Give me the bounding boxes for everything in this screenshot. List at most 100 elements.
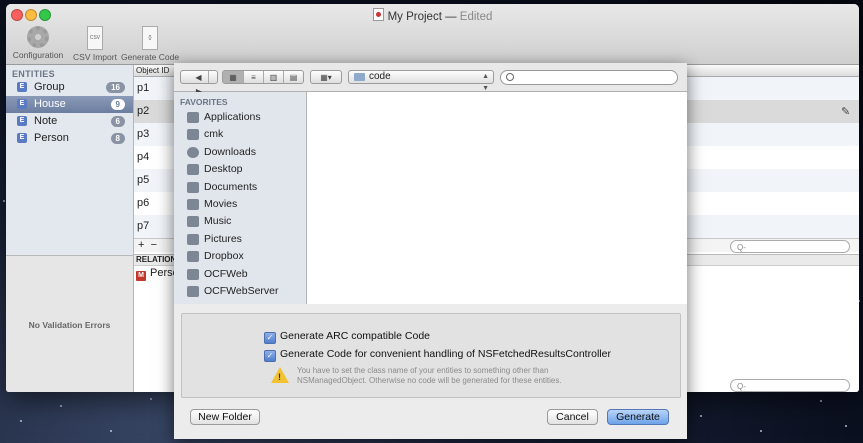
generate-button[interactable]: Generate xyxy=(607,409,669,425)
gear-icon xyxy=(27,26,49,48)
folder-icon xyxy=(187,268,199,280)
objects-search-field[interactable]: Q- xyxy=(730,240,850,253)
relation-icon: M xyxy=(136,271,146,281)
new-folder-button[interactable]: New Folder xyxy=(190,409,260,425)
arrange-button[interactable]: ▦▾ xyxy=(310,70,342,84)
sheet-toolbar: ◀▶ ▦≡▥▤ ▦▾ code▲▼ xyxy=(174,63,687,96)
search-icon xyxy=(506,73,514,81)
relation-item[interactable]: M Perso xyxy=(136,266,179,281)
sidebar-item-music[interactable]: Music xyxy=(174,213,306,230)
sidebar-item-group[interactable]: E Group 16 xyxy=(6,79,133,96)
home-icon xyxy=(187,129,199,141)
favorites-sidebar: FAVORITES Applications cmk Downloads Des… xyxy=(174,92,307,304)
applications-icon xyxy=(187,112,199,123)
document-icon xyxy=(372,8,384,21)
count-badge: 8 xyxy=(110,133,125,144)
back-forward-buttons[interactable]: ◀▶ xyxy=(180,70,218,96)
icon-view-icon[interactable]: ▦ xyxy=(223,71,244,83)
sidebar-item-person[interactable]: E Person 8 xyxy=(6,130,133,147)
entity-icon: E xyxy=(17,133,27,143)
file-browser-pane[interactable] xyxy=(307,92,687,304)
validation-panel: No Validation Errors xyxy=(6,255,133,392)
column-view-icon[interactable]: ▥ xyxy=(264,71,284,83)
favorite-label: Documents xyxy=(204,180,258,193)
favorite-label: Downloads xyxy=(204,145,256,158)
favorite-label: cmk xyxy=(204,128,224,141)
desktop-icon xyxy=(187,164,199,176)
view-mode-buttons[interactable]: ▦ ≡ ▥ ▤ xyxy=(222,70,304,84)
music-icon xyxy=(187,216,199,228)
sidebar-item-ocfwebserver[interactable]: OCFWebServer xyxy=(174,283,306,300)
back-arrow-icon[interactable]: ◀ xyxy=(190,71,209,83)
code-file-icon: {} xyxy=(142,26,158,50)
documents-icon xyxy=(187,181,199,193)
sidebar-item-label: Group xyxy=(34,81,65,93)
sidebar-item-house[interactable]: E House 9 xyxy=(6,96,133,113)
warning-mark: ! xyxy=(278,372,281,382)
folder-icon xyxy=(354,73,365,81)
frc-checkbox-label: Generate Code for convenient handling of… xyxy=(280,348,611,360)
pictures-icon xyxy=(187,233,199,245)
sidebar-item-movies[interactable]: Movies xyxy=(174,196,306,213)
validation-status: No Validation Errors xyxy=(28,320,111,330)
cancel-button[interactable]: Cancel xyxy=(547,409,598,425)
path-label: code xyxy=(369,71,391,82)
arc-checkbox-label: Generate ARC compatible Code xyxy=(280,330,430,342)
movies-icon xyxy=(187,198,199,210)
favorite-label: Dropbox xyxy=(204,250,244,263)
favorite-label: Applications xyxy=(204,111,261,123)
sidebar-item-note[interactable]: E Note 6 xyxy=(6,113,133,130)
sidebar-item-applications[interactable]: Applications xyxy=(174,109,306,126)
csv-file-icon: CSV xyxy=(87,26,103,50)
generate-code-button[interactable]: {} Generate Code xyxy=(120,26,180,62)
checkbox-checked-icon: ✓ xyxy=(264,350,276,362)
entity-icon: E xyxy=(17,116,27,126)
sidebar-item-documents[interactable]: Documents xyxy=(174,179,306,196)
configuration-label: Configuration xyxy=(12,50,64,60)
add-button[interactable]: + xyxy=(138,239,144,251)
favorite-label: Desktop xyxy=(204,163,243,176)
sidebar-item-ocfweb[interactable]: OCFWeb xyxy=(174,266,306,283)
remove-button[interactable]: − xyxy=(151,239,157,251)
relations-search-field[interactable]: Q- xyxy=(730,379,850,392)
favorite-label: Pictures xyxy=(204,232,242,245)
count-badge: 6 xyxy=(110,116,125,127)
favorite-label: OCFWebServer xyxy=(204,284,279,297)
arc-checkbox[interactable]: ✓ Generate ARC compatible Code xyxy=(264,329,430,344)
folder-icon xyxy=(187,285,199,297)
csv-import-button[interactable]: CSV CSV Import xyxy=(70,26,120,62)
favorite-label: Movies xyxy=(204,197,238,210)
list-view-icon[interactable]: ≡ xyxy=(244,71,264,83)
window-title: My Project — Edited xyxy=(6,8,859,23)
sidebar-item-downloads[interactable]: Downloads xyxy=(174,144,306,161)
configuration-button[interactable]: Configuration xyxy=(10,26,66,60)
generate-code-label: Generate Code xyxy=(120,52,180,62)
sidebar-item-label: House xyxy=(34,98,66,110)
entity-icon: E xyxy=(17,82,27,92)
sidebar-item-dropbox[interactable]: Dropbox xyxy=(174,248,306,265)
sidebar-item-cmk[interactable]: cmk xyxy=(174,126,306,143)
warning-text: You have to set the class name of your e… xyxy=(297,366,562,385)
sheet-search-input[interactable] xyxy=(500,70,678,85)
entity-icon: E xyxy=(17,99,27,109)
count-badge: 9 xyxy=(110,99,125,110)
favorite-label: Music xyxy=(204,215,232,228)
downloads-icon xyxy=(187,146,199,158)
sidebar-item-pictures[interactable]: Pictures xyxy=(174,231,306,248)
entities-section-title: ENTITIES xyxy=(12,69,55,79)
generation-options-panel: ✓ Generate ARC compatible Code ✓ Generate … xyxy=(181,313,681,398)
favorites-title: FAVORITES xyxy=(180,97,228,107)
coverflow-view-icon[interactable]: ▤ xyxy=(284,71,303,83)
frc-checkbox[interactable]: ✓ Generate Code for convenient handling o… xyxy=(264,347,611,362)
path-popup[interactable]: code ▲ ▼ xyxy=(348,70,494,92)
generate-code-sheet: ◀▶ ▦≡▥▤ ▦▾ code▲▼ FAVORITES Applications… xyxy=(174,63,687,439)
arrange-icon: ▦▾ xyxy=(320,73,332,82)
sidebar-item-desktop[interactable]: Desktop xyxy=(174,161,306,178)
edit-pencil-icon[interactable]: ✎ xyxy=(841,105,850,118)
count-badge: 16 xyxy=(106,82,125,93)
csv-import-label: CSV Import xyxy=(73,52,117,62)
title-bar: My Project — Edited Configuration CSV CS… xyxy=(6,4,859,65)
folder-icon xyxy=(187,251,199,263)
sidebar-item-label: Person xyxy=(34,132,69,144)
sidebar-item-label: Note xyxy=(34,115,58,127)
